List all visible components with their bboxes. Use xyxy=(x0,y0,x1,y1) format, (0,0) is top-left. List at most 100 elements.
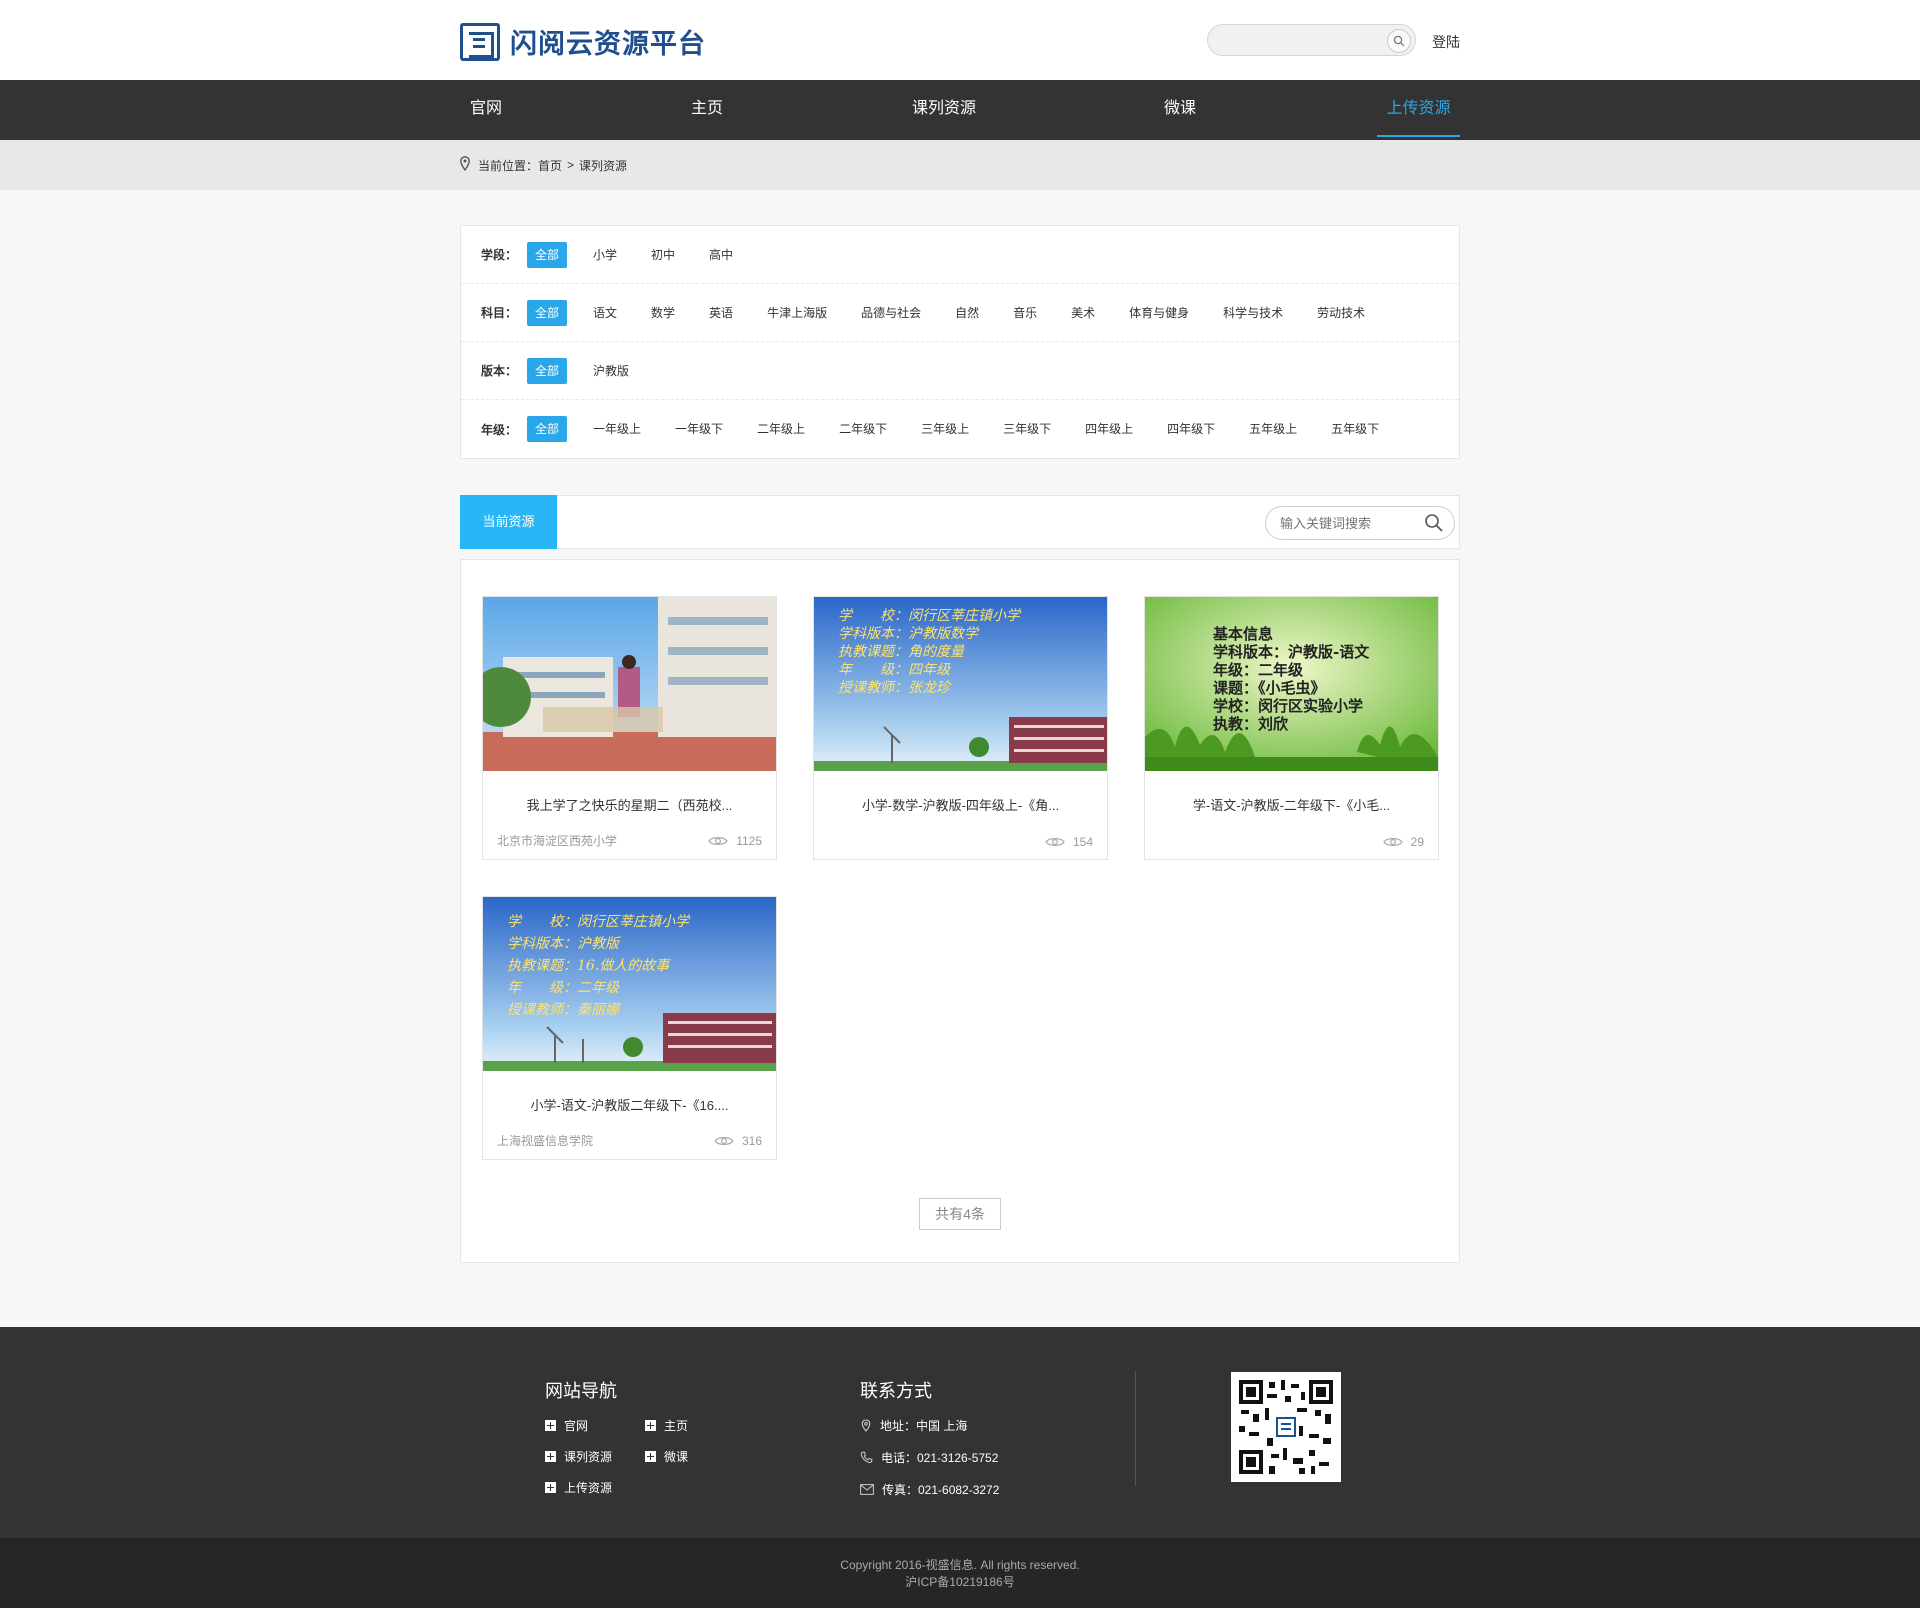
filter-option[interactable]: 五年级上 xyxy=(1241,416,1305,442)
resource-meta: 29 xyxy=(1159,835,1424,849)
footer-nav-title: 网站导航 xyxy=(545,1381,617,1401)
filter-option[interactable]: 三年级上 xyxy=(913,416,977,442)
keyword-search-input[interactable] xyxy=(1266,507,1416,539)
filter-option[interactable]: 音乐 xyxy=(1005,300,1045,326)
eye-icon xyxy=(714,1136,734,1145)
filter-option[interactable]: 美术 xyxy=(1063,300,1103,326)
view-count-value: 29 xyxy=(1410,835,1424,849)
view-count-value: 1125 xyxy=(736,833,762,848)
footer-link[interactable]: 主页 xyxy=(645,1417,745,1434)
resource-thumbnail[interactable]: 学 校：闵行区莘庄镇小学 学科版本：沪教版数学 执教课题：角的度量 年 级：四年… xyxy=(814,597,1107,771)
tab-current-resources[interactable]: 当前资源 xyxy=(460,495,557,549)
resource-title[interactable]: 小学-语文-沪教版二年级下-《16.... xyxy=(483,1095,776,1113)
footer-link[interactable]: 官网 xyxy=(545,1417,645,1434)
thumb-text-line: 年级：二年级 xyxy=(1213,661,1304,679)
thumb-text-line: 年 级：四年级 xyxy=(838,662,950,678)
breadcrumb-home[interactable]: 首页 xyxy=(538,157,562,174)
filter-option[interactable]: 一年级上 xyxy=(585,416,649,442)
thumb-text-line: 学 校：闵行区莘庄镇小学 xyxy=(838,608,1020,624)
nav-item-home[interactable]: 主页 xyxy=(691,80,723,140)
footer-link[interactable]: 课列资源 xyxy=(545,1448,645,1465)
filter-option[interactable]: 一年级下 xyxy=(667,416,731,442)
header-search-input[interactable] xyxy=(1208,25,1378,55)
filter-option[interactable]: 二年级下 xyxy=(831,416,895,442)
filter-option[interactable]: 劳动技术 xyxy=(1309,300,1373,326)
footer-link[interactable]: 上传资源 xyxy=(545,1479,645,1496)
view-count-value: 154 xyxy=(1072,835,1093,849)
filter-label-stage: 学段： xyxy=(481,248,518,262)
search-icon[interactable] xyxy=(1424,513,1444,538)
resource-tab-bar: 当前资源 xyxy=(460,495,1460,549)
thumb-text-line: 执教：刘欣 xyxy=(1213,715,1289,733)
filter-option[interactable]: 四年级上 xyxy=(1077,416,1141,442)
view-count: 316 xyxy=(714,1134,762,1148)
filter-option[interactable]: 全部 xyxy=(527,299,568,326)
thumb-text-line: 学 校：闵行区莘庄镇小学 xyxy=(507,914,689,930)
resource-thumbnail[interactable] xyxy=(483,597,776,771)
footer-contact-title: 联系方式 xyxy=(860,1381,932,1401)
view-count: 154 xyxy=(1045,835,1093,849)
resource-title[interactable]: 学-语文-沪教版-二年级下-《小毛... xyxy=(1145,795,1438,813)
nav-item-micro-course[interactable]: 微课 xyxy=(1164,80,1196,140)
filter-option[interactable]: 数学 xyxy=(643,300,683,326)
filter-option[interactable]: 全部 xyxy=(527,241,568,268)
resource-card[interactable]: 基本信息 学科版本：沪教版-语文 年级：二年级 课题：《小毛虫》 学校：闵行区实… xyxy=(1144,596,1439,860)
nav-item-course-resources[interactable]: 课列资源 xyxy=(912,80,976,140)
contact-address-text: 地址：中国 上海 xyxy=(880,1419,968,1433)
filter-option[interactable]: 小学 xyxy=(585,242,625,268)
filter-panel: 学段： 全部 小学 初中 高中 科目： 全部 语文 数学 英语 牛津上海版 品德… xyxy=(460,225,1460,459)
filter-option[interactable]: 三年级下 xyxy=(995,416,1059,442)
filter-option[interactable]: 体育与健身 xyxy=(1121,300,1197,326)
filter-option[interactable]: 全部 xyxy=(527,357,568,384)
nav-item-upload[interactable]: 上传资源 xyxy=(1377,80,1460,137)
filter-option[interactable]: 科学与技术 xyxy=(1215,300,1291,326)
filter-option[interactable]: 英语 xyxy=(701,300,741,326)
location-pin-icon xyxy=(460,156,470,174)
eye-icon xyxy=(708,836,728,845)
thumb-text-line: 学科版本：沪教版数学 xyxy=(838,626,978,642)
contact-fax-text: 传真：021-6082-3272 xyxy=(882,1483,1000,1497)
copyright-text: Copyright 2016-视盛信息. All rights reserved… xyxy=(840,1558,1080,1572)
resource-card[interactable]: 我上学了之快乐的星期二（西苑校... 北京市海淀区西苑小学 1125 xyxy=(482,596,777,860)
resource-title[interactable]: 小学-数学-沪教版-四年级上-《角... xyxy=(814,795,1107,813)
filter-option[interactable]: 自然 xyxy=(947,300,987,326)
filter-option[interactable]: 二年级上 xyxy=(749,416,813,442)
resource-meta: 北京市海淀区西苑小学 1125 xyxy=(497,832,762,849)
footer-link-label: 课列资源 xyxy=(564,1450,613,1464)
search-icon[interactable] xyxy=(1387,29,1411,53)
filter-option[interactable]: 沪教版 xyxy=(585,358,637,384)
nav-item-official-site[interactable]: 官网 xyxy=(470,80,502,140)
resource-meta: 154 xyxy=(828,835,1093,849)
filter-option[interactable]: 语文 xyxy=(585,300,625,326)
resource-thumbnail[interactable]: 基本信息 学科版本：沪教版-语文 年级：二年级 课题：《小毛虫》 学校：闵行区实… xyxy=(1145,597,1438,771)
filter-option[interactable]: 牛津上海版 xyxy=(759,300,835,326)
login-link[interactable]: 登陆 xyxy=(1432,32,1460,52)
thumb-text-line: 学科版本：沪教版-语文 xyxy=(1213,643,1370,661)
footer-nav: 网站导航 官网 主页 课列资源 微课 上传资源 xyxy=(545,1377,745,1496)
filter-option[interactable]: 初中 xyxy=(643,242,683,268)
filter-row-edition: 版本： 全部 沪教版 xyxy=(461,342,1459,400)
resource-card[interactable]: 学 校：闵行区莘庄镇小学 学科版本：沪教版数学 执教课题：角的度量 年 级：四年… xyxy=(813,596,1108,860)
filter-option[interactable]: 品德与社会 xyxy=(853,300,929,326)
keyword-search xyxy=(1265,506,1455,540)
filter-option[interactable]: 五年级下 xyxy=(1323,416,1387,442)
footer-link[interactable]: 微课 xyxy=(645,1448,745,1465)
filter-option[interactable]: 四年级下 xyxy=(1159,416,1223,442)
eye-icon xyxy=(1045,838,1065,846)
filter-option[interactable]: 全部 xyxy=(527,416,568,442)
resource-school: 上海视盛信息学院 xyxy=(497,1134,594,1148)
breadcrumb-separator: > xyxy=(567,158,575,172)
contact-address: 地址：中国 上海 xyxy=(860,1417,999,1434)
footer-link-label: 官网 xyxy=(564,1419,589,1433)
total-count: 共有4条 xyxy=(919,1198,1001,1230)
contact-fax: 传真：021-6082-3272 xyxy=(860,1481,999,1498)
main-nav: 官网 主页 课列资源 微课 上传资源 xyxy=(0,80,1920,140)
site-logo[interactable]: 闪阅云资源平台 xyxy=(460,22,706,61)
footer-contact: 联系方式 地址：中国 上海 电话：021-3126-5752 传真：021-60… xyxy=(860,1377,999,1498)
resource-title[interactable]: 我上学了之快乐的星期二（西苑校... xyxy=(483,795,776,813)
resource-thumbnail[interactable]: 学 校：闵行区莘庄镇小学 学科版本：沪教版 执教课题：16.做人的故事 年 级：… xyxy=(483,897,776,1071)
eye-icon xyxy=(1382,838,1403,846)
resource-card[interactable]: 学 校：闵行区莘庄镇小学 学科版本：沪教版 执教课题：16.做人的故事 年 级：… xyxy=(482,896,777,1160)
footer-link-label: 主页 xyxy=(664,1419,689,1433)
filter-option[interactable]: 高中 xyxy=(701,242,741,268)
